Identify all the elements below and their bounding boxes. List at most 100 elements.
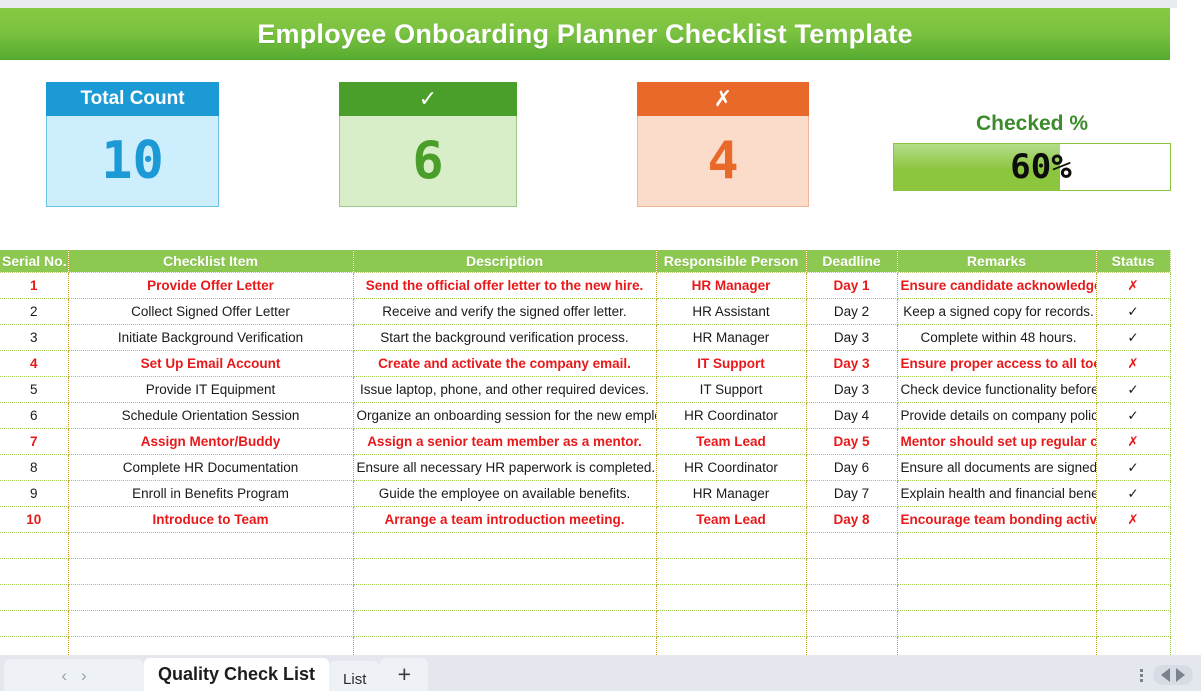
cell-status[interactable]: ✓ [1096, 324, 1171, 351]
chevron-left-icon[interactable]: ‹ [61, 667, 67, 684]
column-header-serial-no[interactable]: Serial No. [0, 250, 69, 273]
cell-empty[interactable] [656, 558, 807, 585]
more-options-icon[interactable] [1140, 668, 1143, 682]
cell-responsible-person[interactable]: HR Coordinator [656, 402, 807, 429]
cell-checklist-item[interactable]: Schedule Orientation Session [68, 402, 354, 429]
table-row[interactable]: 3 Initiate Background Verification Start t… [0, 324, 1171, 351]
cell-status[interactable]: ✓ [1096, 454, 1171, 481]
table-row[interactable]: 2 Collect Signed Offer Letter Receive and … [0, 298, 1171, 325]
cell-responsible-person[interactable]: Team Lead [656, 428, 807, 455]
table-row[interactable]: 6 Schedule Orientation Session Organize an… [0, 402, 1171, 429]
cell-status[interactable]: ✗ [1096, 272, 1171, 299]
cell-serial-no[interactable]: 5 [0, 376, 69, 403]
cell-empty[interactable] [1096, 558, 1171, 585]
table-row[interactable]: 10 Introduce to Team Arrange a team introd… [0, 506, 1171, 533]
cell-deadline[interactable]: Day 3 [806, 376, 898, 403]
cell-checklist-item[interactable]: Introduce to Team [68, 506, 354, 533]
cell-deadline[interactable]: Day 8 [806, 506, 898, 533]
cell-checklist-item[interactable]: Assign Mentor/Buddy [68, 428, 354, 455]
cell-deadline[interactable]: Day 3 [806, 324, 898, 351]
sheet-tab-quality-check-list[interactable]: Quality Check List [144, 658, 330, 691]
cell-deadline[interactable]: Day 1 [806, 272, 898, 299]
chevron-right-icon[interactable]: › [81, 667, 87, 684]
cell-status[interactable]: ✓ [1096, 298, 1171, 325]
cell-empty[interactable] [806, 558, 898, 585]
cell-serial-no[interactable]: 9 [0, 480, 69, 507]
cell-responsible-person[interactable]: HR Assistant [656, 298, 807, 325]
cell-status[interactable]: ✗ [1096, 506, 1171, 533]
cell-description[interactable]: Guide the employee on available benefits… [353, 480, 657, 507]
cell-serial-no[interactable]: 4 [0, 350, 69, 377]
column-header-description[interactable]: Description [353, 250, 657, 273]
cell-empty[interactable] [897, 584, 1097, 611]
table-row[interactable]: 4 Set Up Email Account Create and activate… [0, 350, 1171, 377]
column-header-checklist-item[interactable]: Checklist Item [68, 250, 354, 273]
cell-empty[interactable] [353, 610, 657, 637]
table-row-empty[interactable] [0, 532, 1171, 559]
cell-status[interactable]: ✓ [1096, 376, 1171, 403]
cell-description[interactable]: Start the background verification proces… [353, 324, 657, 351]
cell-serial-no[interactable]: 2 [0, 298, 69, 325]
column-header-responsible-person[interactable]: Responsible Person [656, 250, 807, 273]
cell-empty[interactable] [0, 558, 69, 585]
cell-serial-no[interactable]: 8 [0, 454, 69, 481]
table-row[interactable]: 1 Provide Offer Letter Send the official o… [0, 272, 1171, 299]
cell-status[interactable]: ✓ [1096, 480, 1171, 507]
cell-status[interactable]: ✗ [1096, 428, 1171, 455]
cell-empty[interactable] [353, 584, 657, 611]
cell-responsible-person[interactable]: HR Coordinator [656, 454, 807, 481]
table-row-empty[interactable] [0, 558, 1171, 585]
cell-empty[interactable] [0, 584, 69, 611]
cell-remarks[interactable]: Ensure proper access to all tools. [897, 350, 1097, 377]
cell-empty[interactable] [806, 610, 898, 637]
cell-description[interactable]: Receive and verify the signed offer lett… [353, 298, 657, 325]
cell-empty[interactable] [68, 584, 354, 611]
cell-deadline[interactable]: Day 4 [806, 402, 898, 429]
cell-checklist-item[interactable]: Complete HR Documentation [68, 454, 354, 481]
cell-empty[interactable] [68, 610, 354, 637]
cell-responsible-person[interactable]: IT Support [656, 376, 807, 403]
cell-empty[interactable] [1096, 610, 1171, 637]
scroll-right-icon[interactable] [1176, 668, 1185, 682]
cell-checklist-item[interactable]: Initiate Background Verification [68, 324, 354, 351]
cell-description[interactable]: Ensure all necessary HR paperwork is com… [353, 454, 657, 481]
cell-remarks[interactable]: Keep a signed copy for records. [897, 298, 1097, 325]
cell-empty[interactable] [0, 532, 69, 559]
cell-empty[interactable] [897, 558, 1097, 585]
cell-empty[interactable] [68, 532, 354, 559]
cell-status[interactable]: ✓ [1096, 402, 1171, 429]
horizontal-scroll-controls[interactable] [1153, 665, 1193, 685]
cell-serial-no[interactable]: 3 [0, 324, 69, 351]
cell-serial-no[interactable]: 1 [0, 272, 69, 299]
cell-responsible-person[interactable]: HR Manager [656, 480, 807, 507]
cell-description[interactable]: Create and activate the company email. [353, 350, 657, 377]
column-header-status[interactable]: Status [1096, 250, 1171, 273]
cell-serial-no[interactable]: 7 [0, 428, 69, 455]
cell-empty[interactable] [353, 532, 657, 559]
cell-empty[interactable] [897, 610, 1097, 637]
column-header-deadline[interactable]: Deadline [806, 250, 898, 273]
cell-empty[interactable] [897, 532, 1097, 559]
cell-responsible-person[interactable]: HR Manager [656, 272, 807, 299]
cell-checklist-item[interactable]: Provide Offer Letter [68, 272, 354, 299]
cell-responsible-person[interactable]: HR Manager [656, 324, 807, 351]
cell-empty[interactable] [656, 584, 807, 611]
cell-checklist-item[interactable]: Enroll in Benefits Program [68, 480, 354, 507]
cell-remarks[interactable]: Check device functionality before handov… [897, 376, 1097, 403]
scroll-left-icon[interactable] [1161, 668, 1170, 682]
cell-deadline[interactable]: Day 2 [806, 298, 898, 325]
cell-description[interactable]: Issue laptop, phone, and other required … [353, 376, 657, 403]
column-header-remarks[interactable]: Remarks [897, 250, 1097, 273]
cell-responsible-person[interactable]: IT Support [656, 350, 807, 377]
cell-status[interactable]: ✗ [1096, 350, 1171, 377]
table-row[interactable]: 5 Provide IT Equipment Issue laptop, phone… [0, 376, 1171, 403]
cell-serial-no[interactable]: 6 [0, 402, 69, 429]
table-row-empty[interactable] [0, 610, 1171, 637]
cell-remarks[interactable]: Explain health and financial benefits. [897, 480, 1097, 507]
cell-empty[interactable] [806, 532, 898, 559]
cell-empty[interactable] [656, 532, 807, 559]
cell-empty[interactable] [353, 558, 657, 585]
cell-checklist-item[interactable]: Set Up Email Account [68, 350, 354, 377]
table-row[interactable]: 8 Complete HR Documentation Ensure all nec… [0, 454, 1171, 481]
cell-remarks[interactable]: Encourage team bonding activities. [897, 506, 1097, 533]
